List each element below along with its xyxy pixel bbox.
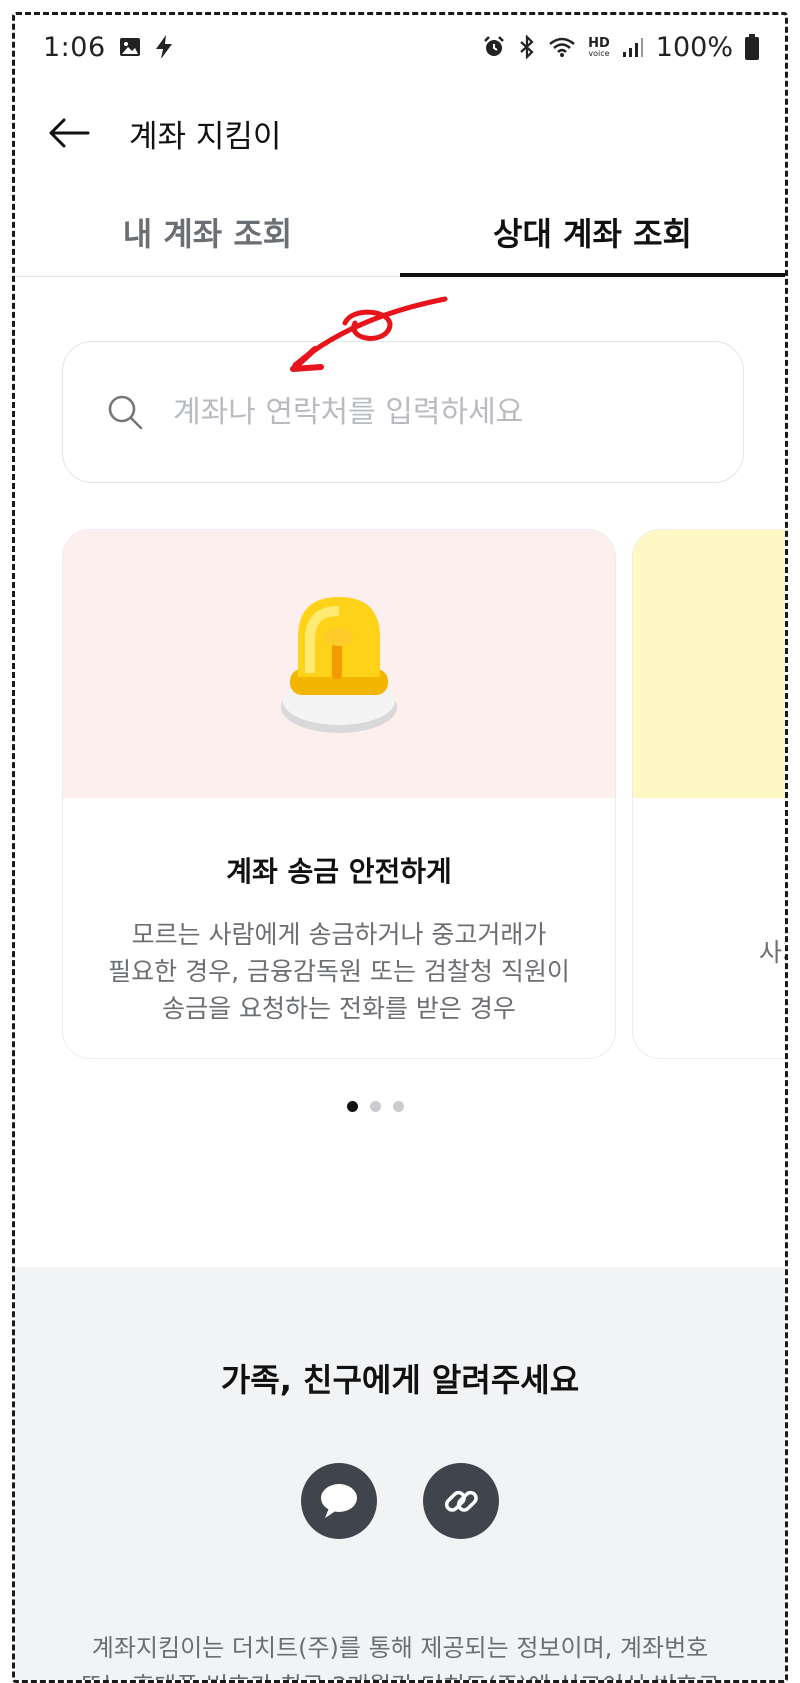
- card-illustration-area: [63, 530, 615, 798]
- info-card[interactable]: 계좌 송금 안전하게 모르는 사람에게 송금하거나 중고거래가 필요한 경우, …: [62, 529, 616, 1059]
- card-description: 사기: [759, 938, 785, 967]
- arrow-left-icon: [49, 118, 90, 148]
- tab-bar: 내 계좌 조회 상대 계좌 조회: [15, 187, 785, 277]
- search-icon: [105, 392, 145, 432]
- card-illustration-area: [633, 530, 785, 798]
- hd-voice-icon: HD voice: [588, 37, 610, 58]
- card-title: 계좌 송금 안전하게: [226, 855, 452, 888]
- card-description-line: 필요한 경우, 금융감독원 또는 검찰청 직원이: [108, 957, 570, 986]
- app-bar: 계좌 지킴이: [15, 93, 785, 173]
- carousel-pager: [15, 1101, 785, 1112]
- status-time: 1:06: [43, 31, 106, 63]
- bluetooth-icon: [518, 35, 536, 59]
- status-right: HD voice 100%: [482, 32, 759, 63]
- signal-icon: [622, 36, 644, 58]
- share-link-button[interactable]: [423, 1463, 499, 1539]
- footer-line: 계좌지킴이는 더치트(주)를 통해 제공되는 정보이며, 계좌번호: [91, 1634, 709, 1662]
- tab-my-account[interactable]: 내 계좌 조회: [15, 187, 400, 276]
- phone-screen: 1:06 HD voice 100% 계좌 지킴이 내 계좌 조회 상대 계좌 …: [12, 12, 788, 1683]
- back-button[interactable]: [45, 109, 93, 157]
- chat-bubble-icon: [321, 1484, 357, 1518]
- card-description-line: 송금을 요청하는 전화를 받은 경우: [162, 994, 516, 1023]
- image-icon: [118, 35, 142, 59]
- siren-icon: [281, 597, 397, 733]
- info-card-next[interactable]: 사기: [632, 529, 785, 1059]
- battery-percent: 100%: [655, 31, 733, 63]
- share-buttons: [15, 1463, 785, 1539]
- footer-line: 또는 휴대폰 번호가 최근 3개월간 더치트(주)에 신고이신 번호로: [45, 1667, 755, 1680]
- wifi-icon: [548, 35, 576, 59]
- status-left: 1:06: [43, 32, 174, 63]
- pager-dot[interactable]: [346, 1101, 358, 1112]
- battery-icon: [745, 34, 759, 60]
- alarm-icon: [482, 35, 506, 59]
- card-description-line: 모르는 사람에게 송금하거나 중고거래가: [131, 920, 547, 949]
- share-section: 가족, 친구에게 알려주세요 계좌지킴이는 더치트(주)를 통해 제공되는 정보…: [15, 1267, 785, 1680]
- search-box[interactable]: [62, 341, 744, 483]
- page-title: 계좌 지킴이: [129, 118, 282, 155]
- footer-note: 계좌지킴이는 더치트(주)를 통해 제공되는 정보이며, 계좌번호 또는 휴대폰…: [15, 1629, 785, 1680]
- link-icon: [444, 1490, 478, 1512]
- hd-label: HD: [588, 35, 610, 51]
- share-kakao-button[interactable]: [301, 1463, 377, 1539]
- pager-dot[interactable]: [392, 1101, 404, 1112]
- status-bar: 1:06 HD voice 100%: [15, 15, 785, 79]
- tab-other-account[interactable]: 상대 계좌 조회: [400, 187, 785, 277]
- share-title: 가족, 친구에게 알려주세요: [220, 1361, 580, 1399]
- voice-label: voice: [588, 48, 610, 58]
- pager-dot[interactable]: [369, 1101, 381, 1112]
- charging-bolt-icon: [154, 34, 174, 60]
- card-description: 모르는 사람에게 송금하거나 중고거래가 필요한 경우, 금융감독원 또는 검찰…: [63, 916, 615, 1027]
- search-input[interactable]: [173, 394, 693, 430]
